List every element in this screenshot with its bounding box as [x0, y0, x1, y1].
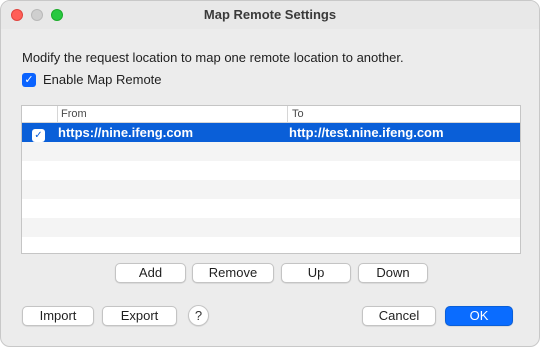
table-row-empty[interactable]	[22, 199, 520, 218]
window-title: Map Remote Settings	[203, 7, 337, 22]
map-remote-settings-window: Map Remote Settings Modify the request l…	[0, 0, 540, 347]
column-divider[interactable]	[287, 106, 288, 123]
add-button[interactable]: Add	[115, 263, 186, 283]
checkmark-icon: ✓	[22, 72, 36, 87]
table-row-empty[interactable]	[22, 237, 520, 253]
title-bar: Map Remote Settings	[1, 1, 539, 29]
mappings-table: From To ✓ https://nine.ifeng.com http://…	[21, 105, 521, 254]
table-header: From To	[22, 106, 520, 123]
enable-map-remote-checkbox[interactable]: ✓ Enable Map Remote	[22, 72, 162, 87]
help-button[interactable]: ?	[188, 305, 209, 326]
checkmark-icon: ✓	[32, 129, 45, 142]
row-enabled-checkbox[interactable]: ✓	[32, 126, 45, 142]
remove-button[interactable]: Remove	[192, 263, 274, 283]
cancel-button[interactable]: Cancel	[362, 306, 436, 326]
table-row-empty[interactable]	[22, 180, 520, 199]
table-row-empty[interactable]	[22, 218, 520, 237]
up-button[interactable]: Up	[281, 263, 351, 283]
row-from-cell: https://nine.ifeng.com	[58, 125, 194, 140]
down-button[interactable]: Down	[358, 263, 428, 283]
table-row[interactable]: ✓ https://nine.ifeng.com http://test.nin…	[22, 123, 520, 142]
import-button[interactable]: Import	[22, 306, 94, 326]
export-button[interactable]: Export	[102, 306, 177, 326]
row-to-cell: http://test.nine.ifeng.com	[289, 125, 444, 140]
column-header-to[interactable]: To	[292, 108, 304, 120]
description-text: Modify the request location to map one r…	[22, 50, 404, 65]
ok-button[interactable]: OK	[445, 306, 513, 326]
table-row-empty[interactable]	[22, 161, 520, 180]
enable-map-remote-label: Enable Map Remote	[43, 72, 162, 87]
table-row-empty[interactable]	[22, 142, 520, 161]
column-header-from[interactable]: From	[61, 108, 87, 120]
column-divider[interactable]	[57, 106, 58, 123]
